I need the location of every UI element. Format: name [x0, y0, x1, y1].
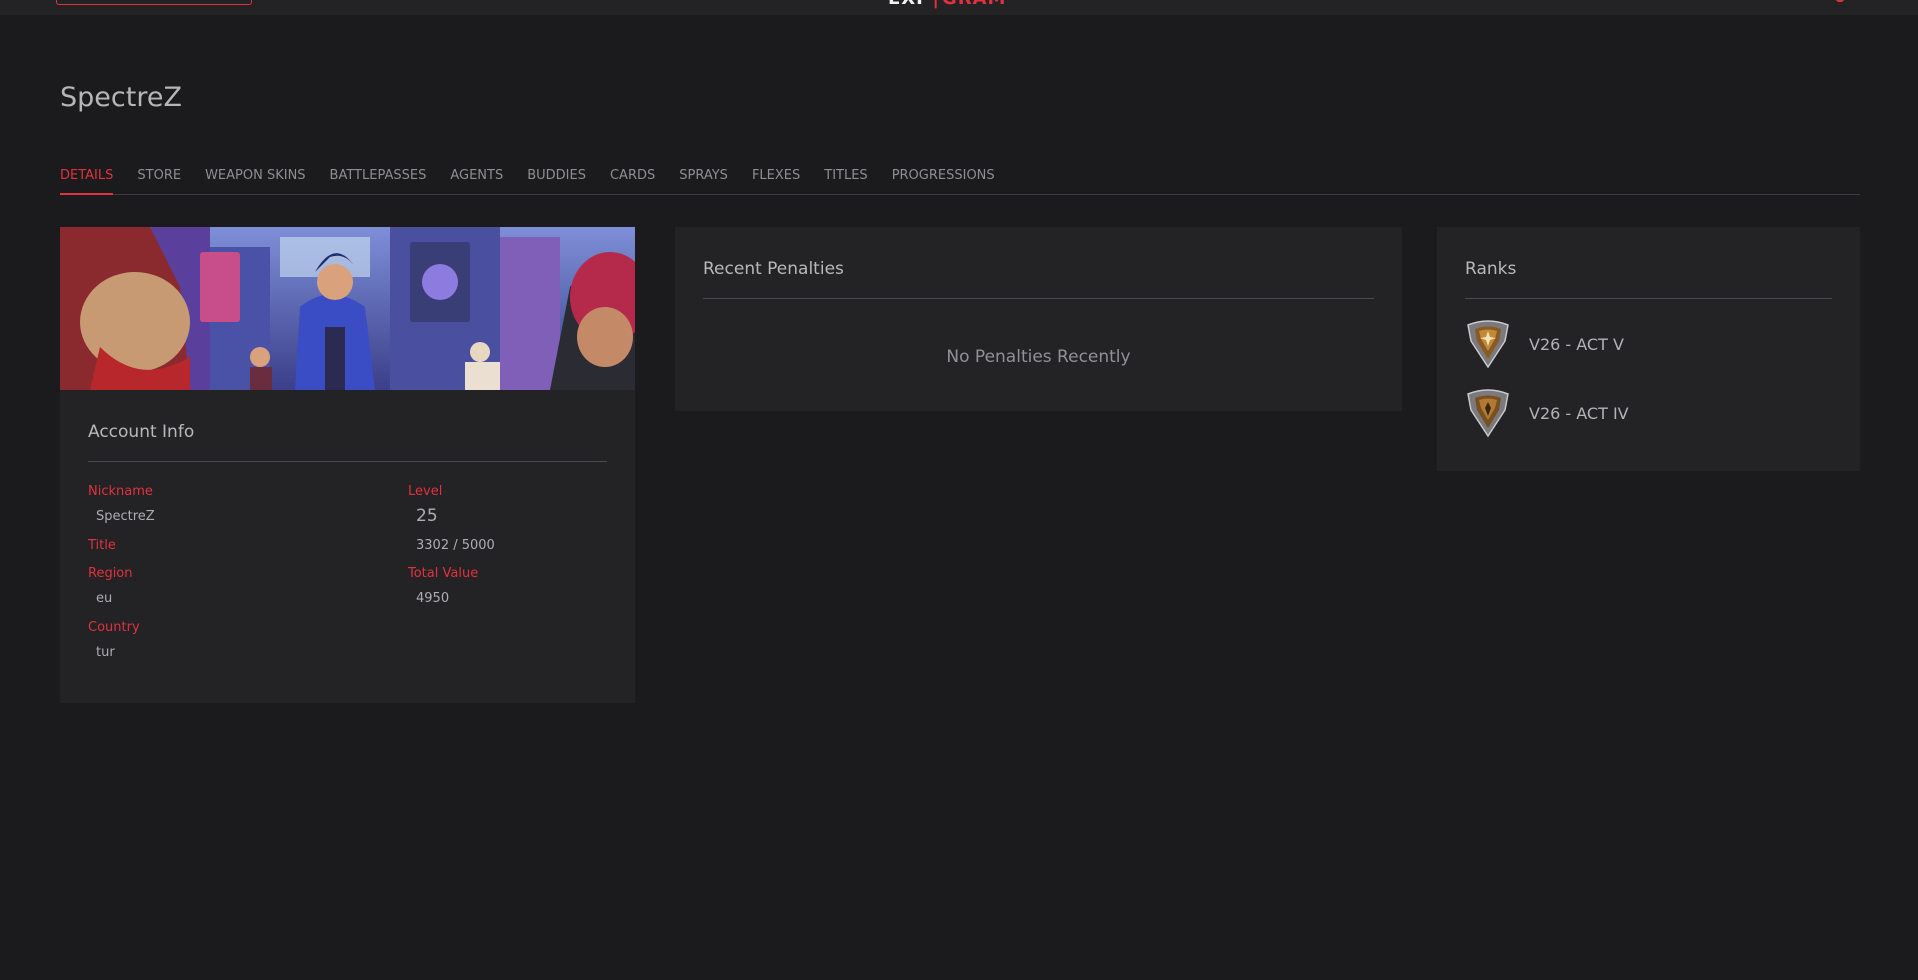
- tab-flexes[interactable]: FLEXES: [752, 168, 800, 195]
- country-value: tur: [96, 645, 115, 660]
- penalties-card: Recent Penalties No Penalties Recently: [675, 227, 1402, 411]
- top-navbar: EXP|GRAM: [0, 0, 1918, 15]
- penalties-empty-message: No Penalties Recently: [946, 347, 1131, 367]
- level-label: Level: [408, 484, 443, 499]
- tab-battlepasses[interactable]: BATTLEPASSES: [330, 168, 427, 195]
- country-label: Country: [88, 620, 140, 635]
- rank-item: V26 - ACT V: [1465, 319, 1624, 369]
- ranks-title: Ranks: [1465, 227, 1832, 299]
- total-value: 4950: [416, 591, 450, 606]
- tab-store[interactable]: STORE: [137, 168, 181, 195]
- tab-titles[interactable]: TITLES: [824, 168, 867, 195]
- notification-dot-icon[interactable]: [1836, 0, 1844, 2]
- rank-label: V26 - ACT IV: [1529, 403, 1629, 423]
- region-value: eu: [96, 591, 113, 606]
- tab-bar: DETAILS STORE WEAPON SKINS BATTLEPASSES …: [60, 168, 1860, 195]
- tab-sprays[interactable]: SPRAYS: [679, 168, 728, 195]
- xp-progress-text: 3302 / 5000: [416, 538, 495, 553]
- page-title: SpectreZ: [60, 82, 182, 113]
- rank-item: V26 - ACT IV: [1465, 388, 1629, 438]
- navbar-outline-button[interactable]: [56, 0, 252, 5]
- region-label: Region: [88, 566, 133, 581]
- nickname-value: SpectreZ: [96, 509, 155, 524]
- tab-agents[interactable]: AGENTS: [450, 168, 503, 195]
- ranks-card: Ranks V26 - ACT V V26 - ACT IV: [1437, 227, 1860, 471]
- rank-badge-icon: [1467, 389, 1509, 438]
- rank-badge-icon: [1467, 320, 1509, 369]
- player-card-illustration: [60, 227, 635, 390]
- total-value-label: Total Value: [408, 566, 479, 581]
- account-info-title: Account Info: [88, 390, 607, 462]
- site-logo[interactable]: EXP|GRAM: [888, 0, 1006, 9]
- tab-cards[interactable]: CARDS: [610, 168, 655, 195]
- account-card: Account Info Nickname SpectreZ Title Reg…: [60, 227, 635, 703]
- nickname-label: Nickname: [88, 484, 153, 499]
- level-value: 25: [416, 506, 438, 526]
- penalties-title: Recent Penalties: [703, 227, 1374, 299]
- title-label: Title: [88, 538, 116, 553]
- player-card-banner: [60, 227, 635, 390]
- rank-label: V26 - ACT V: [1529, 334, 1624, 354]
- account-info-panel: Account Info Nickname SpectreZ Title Reg…: [88, 390, 607, 660]
- tab-details[interactable]: DETAILS: [60, 168, 114, 195]
- tab-weapon-skins[interactable]: WEAPON SKINS: [205, 168, 305, 195]
- tab-progressions[interactable]: PROGRESSIONS: [892, 168, 995, 195]
- tab-buddies[interactable]: BUDDIES: [527, 168, 586, 195]
